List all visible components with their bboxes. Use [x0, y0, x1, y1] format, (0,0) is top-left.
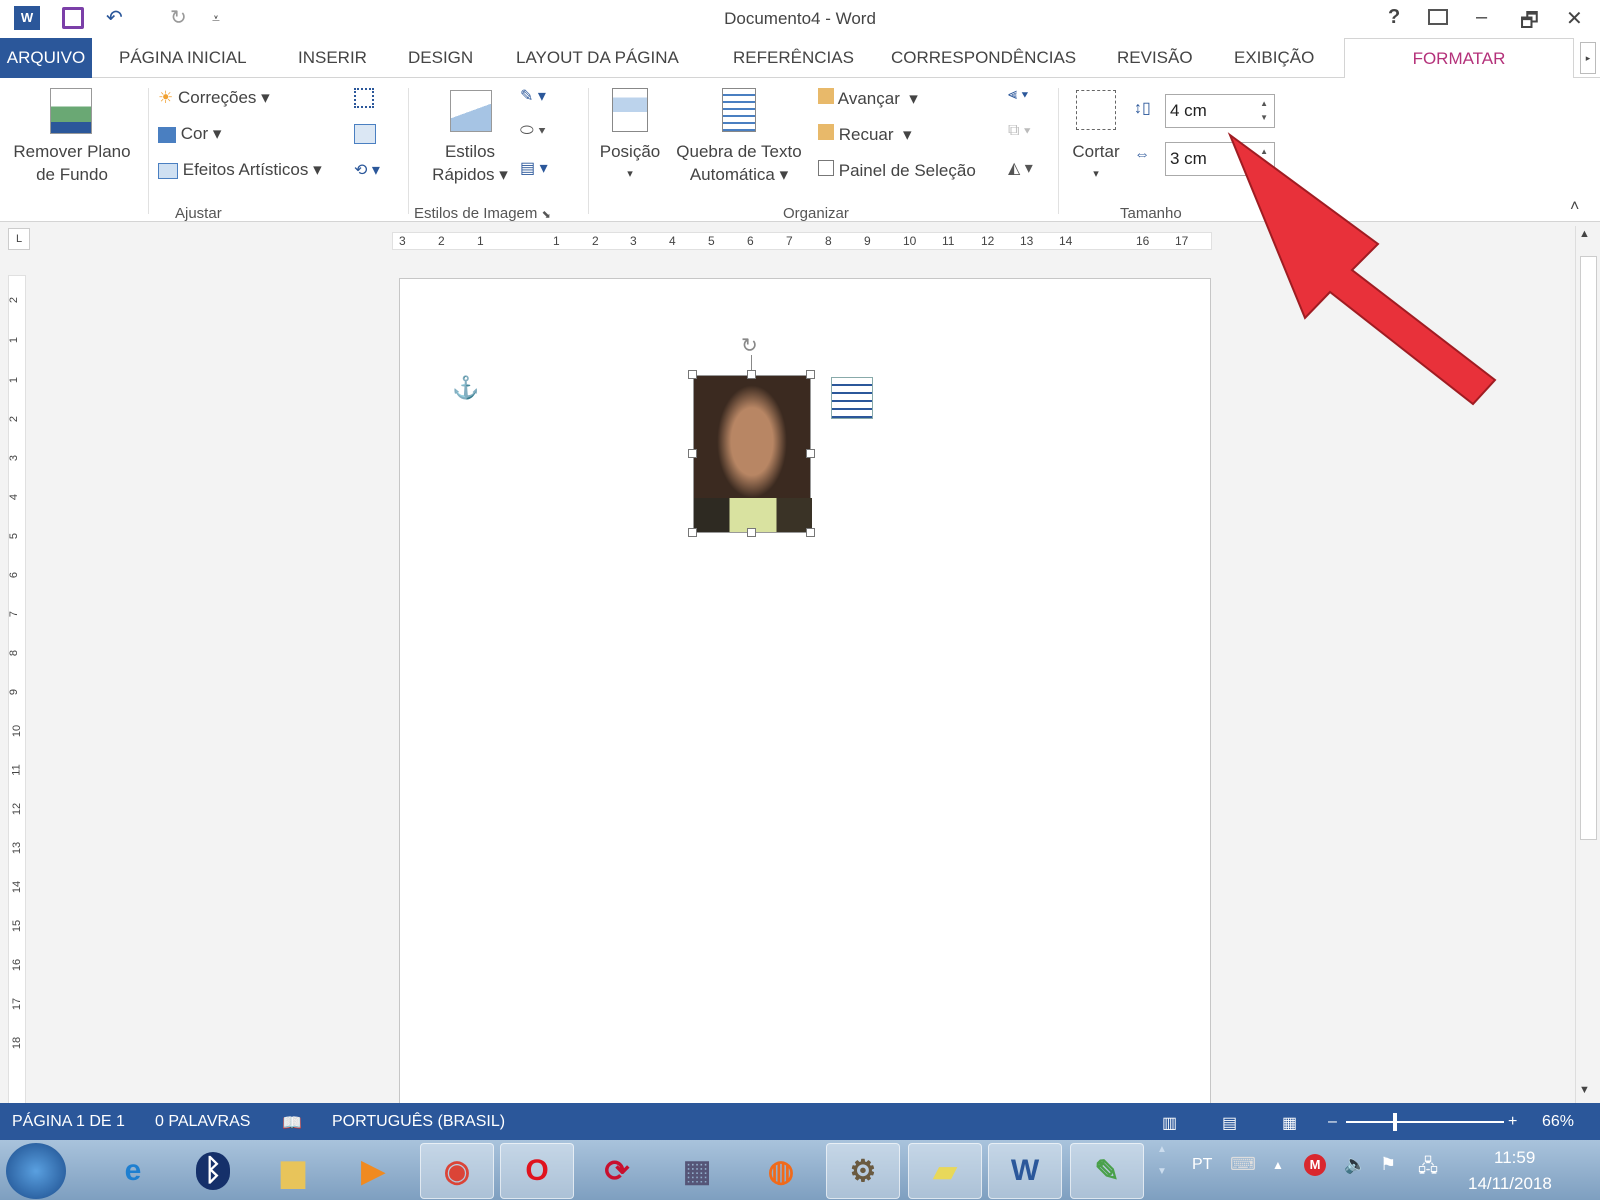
file-explorer-icon[interactable]: ▆	[256, 1143, 330, 1199]
page-count[interactable]: PÁGINA 1 DE 1	[12, 1113, 125, 1131]
zoom-out-button[interactable]: –	[1328, 1113, 1337, 1131]
show-hidden-icons[interactable]: ▲	[1272, 1158, 1284, 1172]
coreldraw-icon[interactable]: ✎	[1070, 1143, 1144, 1199]
firefox-icon[interactable]: ◍	[744, 1143, 818, 1199]
opera-icon[interactable]: O	[500, 1143, 574, 1199]
zoom-in-button[interactable]: +	[1508, 1113, 1517, 1131]
word-taskbar-icon[interactable]: W	[988, 1143, 1062, 1199]
chrome-icon[interactable]: ◉	[420, 1143, 494, 1199]
action-center-icon[interactable]: ⚑	[1380, 1154, 1396, 1175]
zoom-slider[interactable]	[1346, 1113, 1504, 1131]
print-layout-icon[interactable]: ▤	[1222, 1113, 1237, 1133]
mega-icon[interactable]: M	[1304, 1154, 1326, 1176]
sticky-notes-icon[interactable]: ▰	[908, 1143, 982, 1199]
control-panel-icon[interactable]: ⚙	[826, 1143, 900, 1199]
zoom-slider-thumb[interactable]	[1393, 1113, 1397, 1131]
media-player-icon[interactable]: ▶	[336, 1143, 410, 1199]
status-bar: PÁGINA 1 DE 1 0 PALAVRAS 📖 PORTUGUÊS (BR…	[0, 1103, 1600, 1140]
red-arrow-annotation	[1227, 132, 1497, 406]
network-icon[interactable]: 🖧	[1418, 1154, 1438, 1184]
bluetooth-icon[interactable]: ᛒ	[176, 1143, 250, 1199]
start-button[interactable]	[6, 1143, 66, 1199]
web-layout-icon[interactable]: ▦	[1282, 1113, 1297, 1133]
clock-date[interactable]: 14/11/2018	[1468, 1174, 1552, 1194]
app-red-icon[interactable]: ⟳	[580, 1143, 654, 1199]
red-arrow	[1227, 132, 1497, 406]
windows-taskbar: e ᛒ ▆ ▶ ◉ O ⟳ ▦ ◍ ⚙ ▰ W ✎ ▲ ▼ PT ⌨ ▲ M 🔈 …	[0, 1140, 1600, 1200]
read-mode-icon[interactable]: ▥	[1162, 1113, 1177, 1133]
calculator-icon[interactable]: ▦	[660, 1143, 734, 1199]
language[interactable]: PORTUGUÊS (BRASIL)	[332, 1113, 505, 1131]
word-count[interactable]: 0 PALAVRAS	[155, 1113, 250, 1131]
zoom-level[interactable]: 66%	[1542, 1113, 1574, 1131]
taskbar-scroll[interactable]: ▲ ▼	[1152, 1144, 1172, 1196]
keyboard-icon[interactable]: ⌨	[1230, 1154, 1256, 1175]
input-language[interactable]: PT	[1192, 1156, 1212, 1174]
internet-explorer-icon[interactable]: e	[96, 1143, 170, 1199]
proofing-icon[interactable]: 📖	[282, 1113, 302, 1133]
clock-time[interactable]: 11:59	[1494, 1148, 1535, 1168]
volume-icon[interactable]: 🔈	[1344, 1154, 1366, 1175]
